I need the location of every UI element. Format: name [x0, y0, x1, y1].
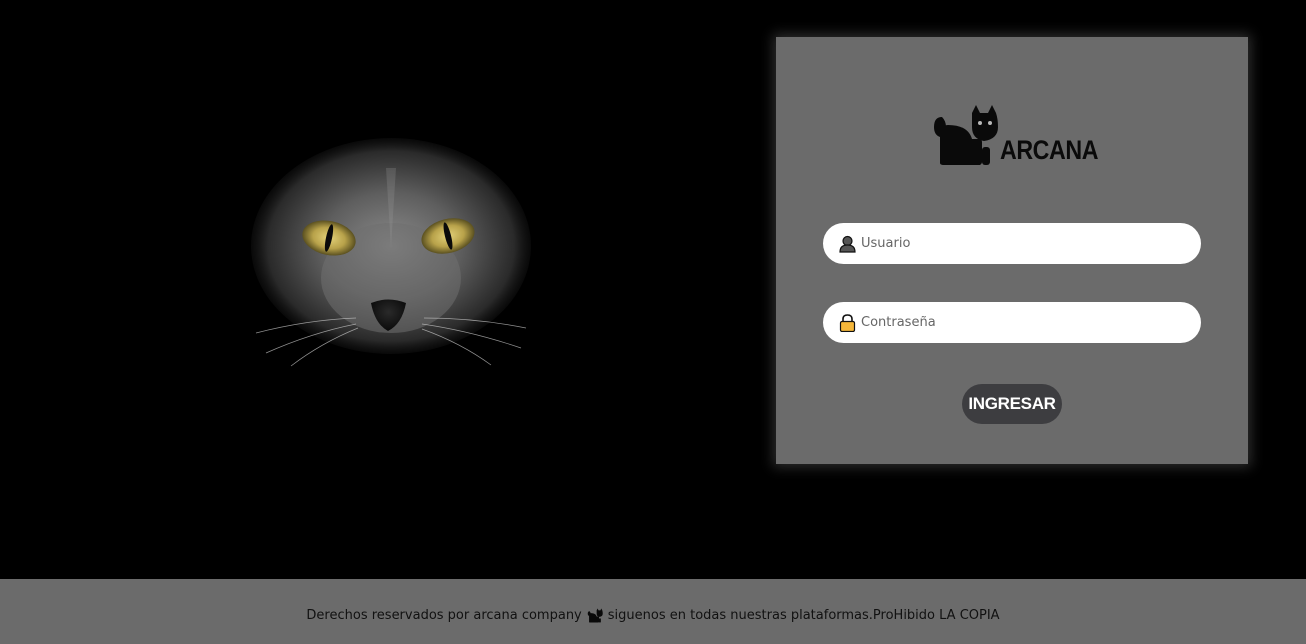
password-input[interactable] — [861, 315, 1181, 330]
footer: Derechos reservados por arcana company s… — [0, 579, 1306, 644]
brand-logo: ARCANA — [932, 103, 1114, 167]
footer-text: Derechos reservados por arcana company s… — [306, 608, 999, 623]
lock-icon — [839, 313, 856, 332]
brand-name: ARCANA — [1000, 135, 1099, 165]
black-cat-icon — [934, 105, 998, 165]
footer-follow-text: siguenos en todas nuestras plataformas.P… — [607, 607, 1000, 623]
username-input[interactable] — [861, 236, 1181, 251]
page-stage: ARCANA INGRESAR — [0, 0, 1306, 579]
login-submit-button[interactable]: INGRESAR — [962, 384, 1062, 424]
user-icon — [839, 235, 856, 253]
password-field[interactable] — [823, 302, 1201, 343]
black-cat-icon — [587, 607, 603, 623]
username-field[interactable] — [823, 223, 1201, 264]
login-card: ARCANA INGRESAR — [776, 37, 1248, 464]
cat-face-image — [236, 128, 546, 378]
footer-copyright: Derechos reservados por arcana company — [306, 607, 582, 623]
